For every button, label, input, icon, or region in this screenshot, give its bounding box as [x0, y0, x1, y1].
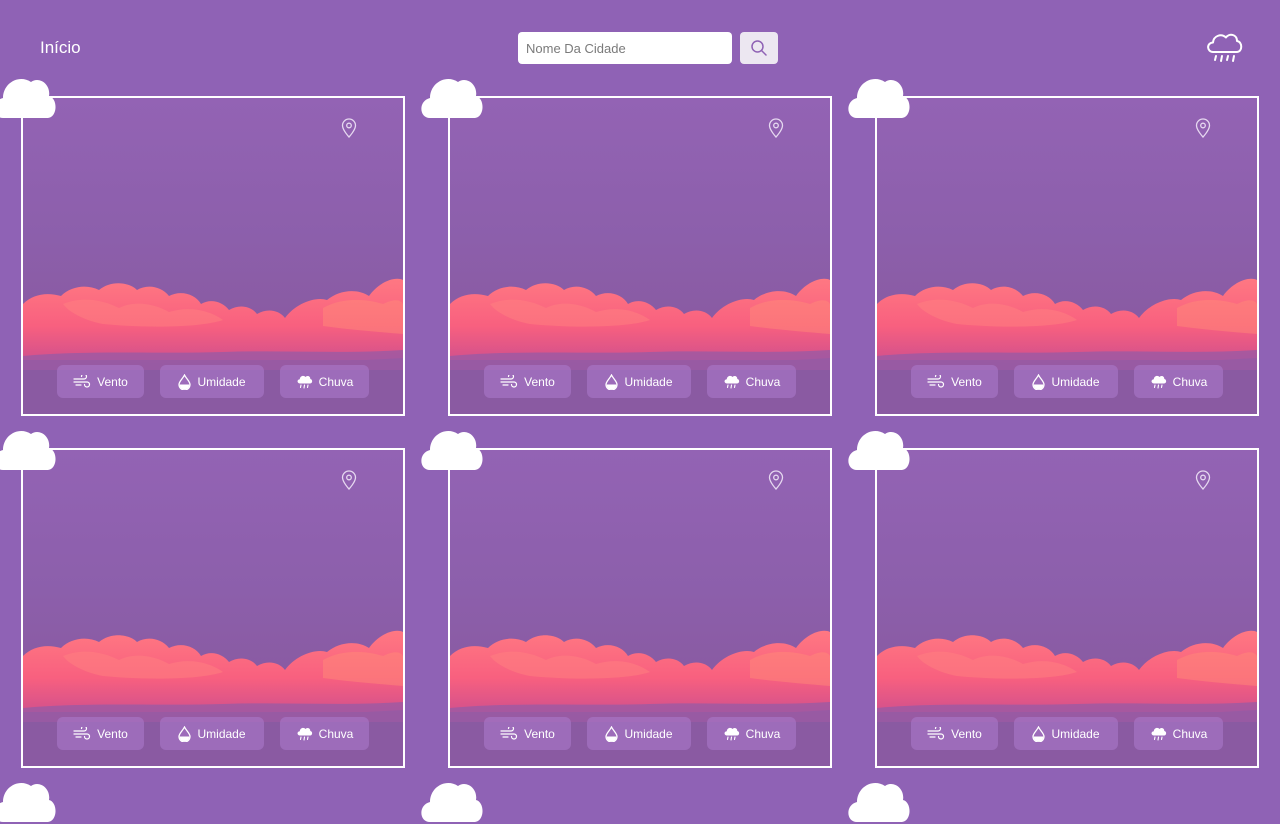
cloud-icon	[421, 783, 483, 822]
humidity-label: Umidade	[1051, 374, 1100, 389]
location-pin-icon[interactable]	[1195, 470, 1211, 490]
weather-card[interactable]: Vento Umidade Chuva	[21, 96, 405, 416]
wind-stat[interactable]: Vento	[911, 717, 998, 750]
rain-label: Chuva	[1172, 374, 1208, 389]
rain-stat[interactable]: Chuva	[1134, 717, 1223, 750]
rain-cloud-logo-icon	[1207, 33, 1243, 62]
humidity-label: Umidade	[197, 374, 246, 389]
wind-icon	[500, 374, 518, 388]
home-link[interactable]: Início	[40, 38, 81, 58]
rain-label: Chuva	[745, 374, 781, 389]
humidity-label: Umidade	[197, 726, 246, 741]
rain-stat[interactable]: Chuva	[1134, 365, 1223, 398]
location-pin-icon[interactable]	[341, 470, 357, 490]
wind-stat[interactable]: Vento	[911, 365, 998, 398]
water-drop-icon	[605, 725, 619, 742]
rain-stat[interactable]: Chuva	[280, 717, 369, 750]
humidity-stat[interactable]: Umidade	[587, 717, 691, 750]
wind-icon	[500, 726, 518, 740]
weather-card[interactable]: Vento Umidade Chuva	[448, 96, 832, 416]
rain-stat[interactable]: Chuva	[707, 365, 796, 398]
city-search-input[interactable]	[518, 32, 732, 64]
rain-cloud-icon	[724, 375, 739, 389]
cloud-icon	[0, 431, 56, 470]
search-icon	[751, 40, 767, 56]
cloud-icon	[0, 79, 56, 118]
rain-cloud-icon	[1151, 727, 1166, 741]
weather-card[interactable]: Vento Umidade Chuva	[875, 448, 1259, 768]
wind-stat[interactable]: Vento	[484, 365, 571, 398]
rain-stat[interactable]: Chuva	[280, 365, 369, 398]
wind-icon	[73, 374, 91, 388]
cloud-icon	[0, 783, 56, 822]
weather-card[interactable]: Vento Umidade Chuva	[875, 96, 1259, 416]
water-drop-icon	[1032, 373, 1046, 390]
humidity-stat[interactable]: Umidade	[160, 365, 264, 398]
rain-label: Chuva	[318, 374, 354, 389]
weather-card[interactable]: Vento Umidade Chuva	[21, 448, 405, 768]
header: Início	[0, 0, 1280, 96]
water-drop-icon	[178, 373, 192, 390]
location-pin-icon[interactable]	[341, 118, 357, 138]
wind-stat[interactable]: Vento	[57, 365, 144, 398]
wind-icon	[927, 726, 945, 740]
rain-cloud-icon	[724, 727, 739, 741]
wind-label: Vento	[524, 726, 555, 741]
cloud-icon	[421, 79, 483, 118]
wind-stat[interactable]: Vento	[57, 717, 144, 750]
rain-stat[interactable]: Chuva	[707, 717, 796, 750]
cloud-icon	[421, 431, 483, 470]
location-pin-icon[interactable]	[1195, 118, 1211, 138]
rain-label: Chuva	[318, 726, 354, 741]
wind-label: Vento	[951, 726, 982, 741]
humidity-label: Umidade	[1051, 726, 1100, 741]
wind-label: Vento	[524, 374, 555, 389]
water-drop-icon	[178, 725, 192, 742]
rain-label: Chuva	[745, 726, 781, 741]
humidity-label: Umidade	[624, 726, 673, 741]
humidity-label: Umidade	[624, 374, 673, 389]
cloud-icon	[848, 431, 910, 470]
search-button[interactable]	[740, 32, 778, 64]
rain-cloud-icon	[297, 375, 312, 389]
cloud-icon	[848, 783, 910, 822]
wind-icon	[927, 374, 945, 388]
humidity-stat[interactable]: Umidade	[587, 365, 691, 398]
cloud-icon	[848, 79, 910, 118]
rain-cloud-icon	[1151, 375, 1166, 389]
location-pin-icon[interactable]	[768, 470, 784, 490]
rain-cloud-icon	[297, 727, 312, 741]
wind-label: Vento	[97, 726, 128, 741]
wind-label: Vento	[97, 374, 128, 389]
humidity-stat[interactable]: Umidade	[160, 717, 264, 750]
humidity-stat[interactable]: Umidade	[1014, 717, 1118, 750]
water-drop-icon	[1032, 725, 1046, 742]
humidity-stat[interactable]: Umidade	[1014, 365, 1118, 398]
rain-label: Chuva	[1172, 726, 1208, 741]
wind-label: Vento	[951, 374, 982, 389]
wind-stat[interactable]: Vento	[484, 717, 571, 750]
location-pin-icon[interactable]	[768, 118, 784, 138]
wind-icon	[73, 726, 91, 740]
weather-card[interactable]: Vento Umidade Chuva	[448, 448, 832, 768]
water-drop-icon	[605, 373, 619, 390]
